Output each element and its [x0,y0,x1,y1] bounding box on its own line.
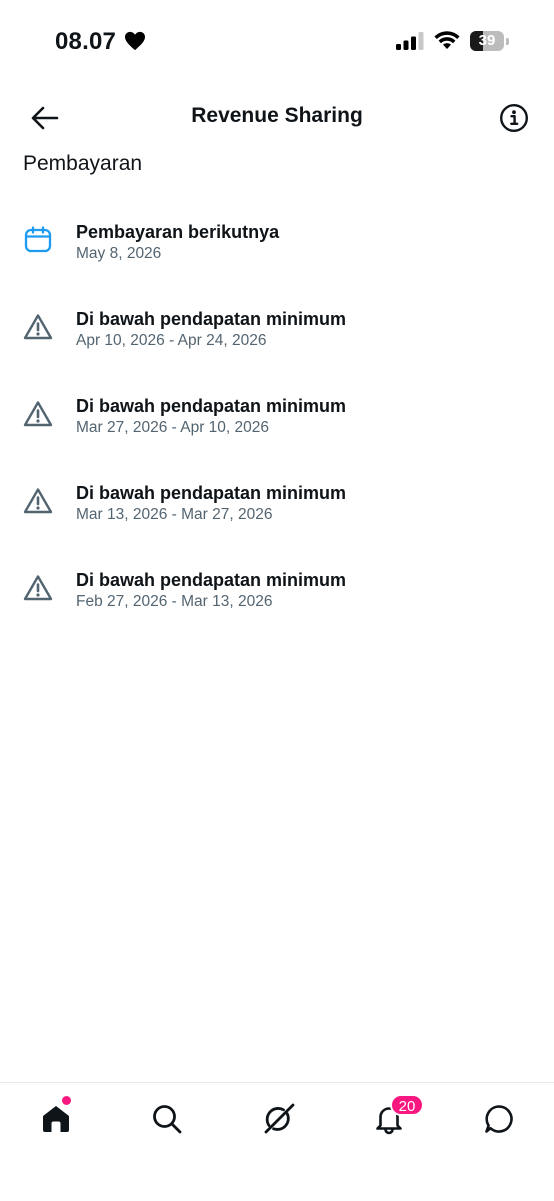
nav-home-button[interactable] [28,1099,84,1139]
cellular-signal-icon [396,32,424,50]
top-app-bar: Revenue Sharing [0,90,554,144]
bottom-navigation [0,1082,554,1201]
status-bar: 08.07 39 [0,0,554,80]
nav-grok-button[interactable] [250,1099,306,1139]
notification-count-badge: 20 [390,1094,424,1116]
payment-list: Pembayaran berikutnya May 8, 2026 Di baw… [0,208,554,643]
grok-icon [264,1103,295,1134]
heart-icon [125,31,145,51]
search-icon [153,1105,182,1134]
warning-icon [23,401,53,427]
home-unread-dot [62,1096,71,1105]
page-title: Revenue Sharing [191,104,363,127]
list-item-date: Apr 10, 2026 - Apr 24, 2026 [76,332,267,349]
battery-indicator: 39 [470,31,509,51]
list-item-below-minimum[interactable]: Di bawah pendapatan minimum Mar 13, 2026… [0,469,554,556]
section-title: Pembayaran [23,152,143,175]
info-circle-icon [499,103,529,133]
list-item-date: Mar 27, 2026 - Apr 10, 2026 [76,419,270,436]
nav-messages-button[interactable] [471,1099,527,1139]
list-item-title: Di bawah pendapatan minimum [76,570,347,590]
nav-search-button[interactable] [139,1099,195,1139]
chat-icon [485,1105,513,1133]
list-item-below-minimum[interactable]: Di bawah pendapatan minimum Apr 10, 2026… [0,295,554,382]
list-item-date: Feb 27, 2026 - Mar 13, 2026 [76,593,273,610]
calendar-icon [24,226,52,253]
list-item-title: Di bawah pendapatan minimum [76,483,347,503]
list-item-date: May 8, 2026 [76,245,162,262]
list-item-title: Di bawah pendapatan minimum [76,309,347,329]
info-button[interactable] [494,98,534,138]
list-item-title: Pembayaran berikutnya [76,222,280,242]
warning-icon [23,575,53,601]
home-icon [43,1106,69,1132]
list-item-title: Di bawah pendapatan minimum [76,396,347,416]
battery-percent: 39 [478,32,496,49]
warning-icon [23,314,53,340]
list-item-date: Mar 13, 2026 - Mar 27, 2026 [76,506,273,523]
warning-icon [23,488,53,514]
list-item-below-minimum[interactable]: Di bawah pendapatan minimum Feb 27, 2026… [0,556,554,643]
list-item-next-payment[interactable]: Pembayaran berikutnya May 8, 2026 [0,208,554,295]
wifi-icon [434,31,460,49]
status-time: 08.07 [55,28,117,55]
list-item-below-minimum[interactable]: Di bawah pendapatan minimum Mar 27, 2026… [0,382,554,469]
